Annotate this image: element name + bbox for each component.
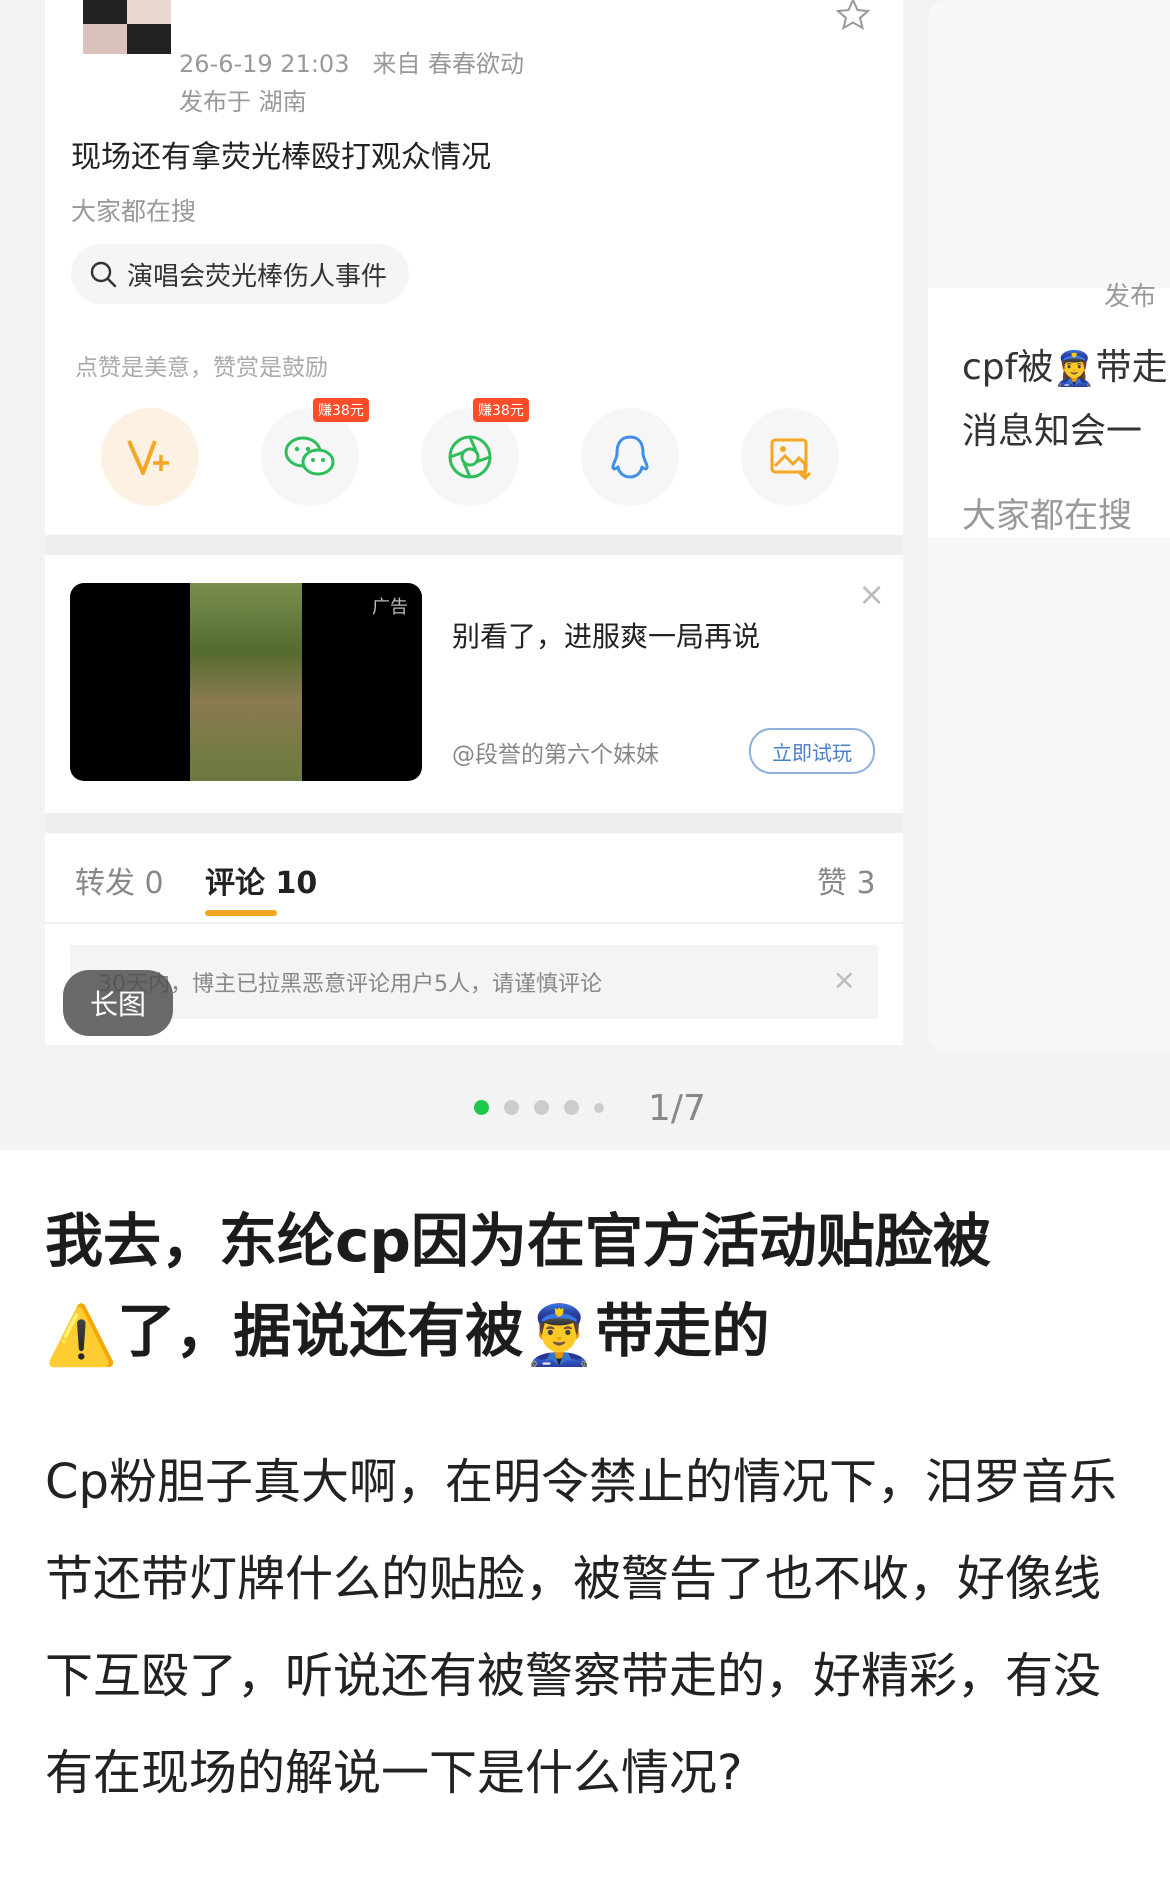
post-body: Cp粉胆子真大啊，在明令禁止的情况下，汨罗音乐节还带灯牌什么的贴脸，被警告了也不… (45, 1454, 1117, 1801)
post-location: 发布于 湖南 (179, 88, 307, 116)
tab-comments[interactable]: 评论 10 (205, 858, 317, 902)
next-slide-line2: 消息知会一 (962, 411, 1143, 452)
divider (45, 813, 903, 833)
favorite-star-icon[interactable] (833, 0, 873, 32)
comment-notice: 30天内，博主已拉黑恶意评论用户5人，请谨慎评论 × (70, 945, 878, 1019)
qq-icon (611, 435, 649, 479)
ad-photo (190, 583, 302, 781)
page-dot-active (474, 1100, 489, 1115)
ad-source: @段誉的第六个妹妹 (452, 742, 659, 768)
divider (45, 922, 903, 924)
source-link[interactable]: 春春欲动 (428, 50, 524, 78)
wechat-share-button[interactable]: 赚38元 (261, 398, 369, 506)
post-meta: 26-6-19 21:03 来自 春春欲动 (179, 50, 524, 78)
moments-share-button[interactable]: 赚38元 (421, 398, 529, 506)
page-dot (504, 1100, 519, 1115)
earn-badge: 赚38元 (313, 398, 369, 422)
trending-query: 演唱会荧光棒伤人事件 (127, 261, 388, 292)
v-plus-icon (127, 440, 169, 475)
police-officer-icon: 👮‍♂️ (523, 1300, 596, 1369)
notice-close-icon[interactable]: × (833, 963, 856, 996)
reward-text: 点赞是美意，赞赏是鼓励 (75, 355, 328, 381)
try-now-button[interactable]: 立即试玩 (749, 728, 875, 774)
police-officer-woman-icon: 👮‍♀️ (1053, 349, 1096, 389)
tab-repost[interactable]: 转发 0 (75, 858, 164, 902)
next-slide-published: 发布 (1104, 282, 1157, 312)
trending-search-chip[interactable]: 演唱会荧光棒伤人事件 (71, 244, 410, 304)
post-headline: 我去，东纶cp因为在官方活动贴脸被 ⚠️了，据说还有被👮‍♂️带走的 (45, 1196, 1135, 1380)
ad-video-thumbnail[interactable]: 广告 (70, 583, 422, 781)
v-plus-button[interactable] (101, 408, 199, 506)
ad-close-icon[interactable]: × (858, 575, 885, 613)
earn-badge: 赚38元 (473, 398, 529, 422)
post-text: 现场还有拿荧光棒殴打观众情况 (71, 140, 491, 175)
ad-title: 别看了，进服爽一局再说 (452, 620, 761, 653)
save-image-button[interactable] (741, 408, 839, 506)
search-icon (90, 261, 117, 288)
divider (45, 535, 903, 555)
moments-icon (448, 435, 492, 479)
screenshot-card: 26-6-19 21:03 来自 春春欲动 发布于 湖南 现场还有拿荧光棒殴打观… (45, 0, 903, 1045)
next-slide-trending: 大家都在搜 (962, 496, 1132, 536)
notice-text: 30天内，博主已拉黑恶意评论用户5人，请谨慎评论 (98, 972, 602, 997)
wechat-icon (284, 436, 335, 476)
page-dot (564, 1100, 579, 1115)
next-slide-line1: cpf被👮‍♀️带走 (962, 347, 1168, 389)
page-dots (474, 1100, 619, 1115)
image-carousel[interactable]: 26-6-19 21:03 来自 春春欲动 发布于 湖南 现场还有拿荧光棒殴打观… (0, 0, 1170, 1150)
trending-label: 大家都在搜 (71, 197, 197, 226)
warning-icon: ⚠️ (45, 1300, 118, 1369)
page-counter: 1/7 (648, 1088, 706, 1129)
avatar[interactable] (83, 0, 171, 56)
active-tab-indicator (205, 910, 277, 916)
save-image-icon (770, 438, 812, 480)
ad-tag: 广告 (372, 597, 408, 618)
next-slide-preview[interactable]: 发布 cpf被👮‍♀️带走 消息知会一 大家都在搜 (928, 0, 1170, 1052)
ad-card[interactable]: 广告 别看了，进服爽一局再说 @段誉的第六个妹妹 立即试玩 × (45, 555, 903, 813)
qq-share-button[interactable] (581, 408, 679, 506)
long-image-badge[interactable]: 长图 (63, 970, 173, 1036)
page-dot (534, 1100, 549, 1115)
page-dot (594, 1102, 604, 1113)
tab-likes[interactable]: 赞 3 (817, 858, 876, 902)
